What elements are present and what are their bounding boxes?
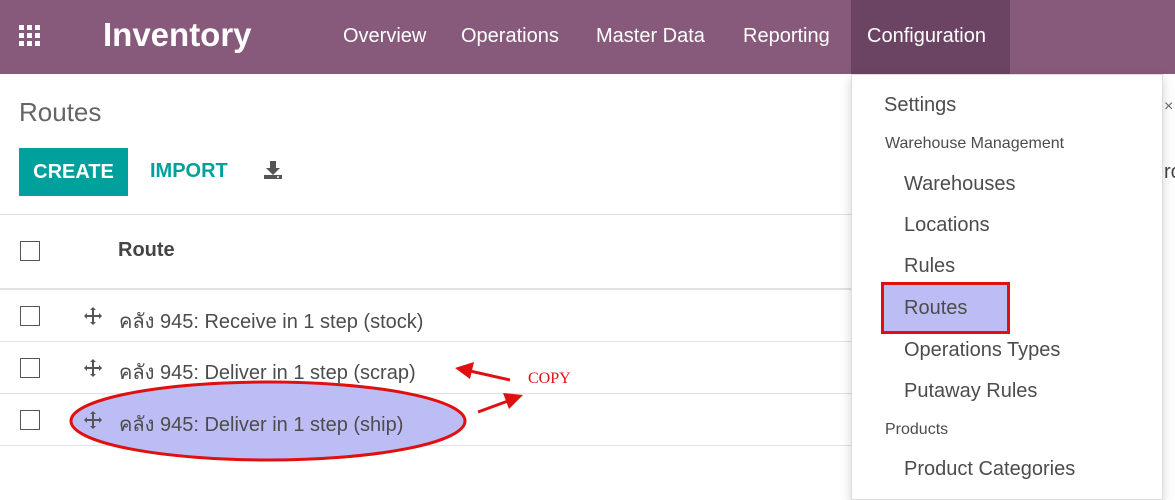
- row-checkbox[interactable]: [20, 306, 40, 326]
- app-title[interactable]: Inventory: [103, 16, 252, 54]
- import-button[interactable]: IMPORT: [150, 160, 228, 183]
- row-checkbox[interactable]: [20, 410, 40, 430]
- menu-operations[interactable]: Operations: [461, 25, 559, 48]
- dropdown-item-locations[interactable]: Locations: [904, 214, 990, 237]
- dropdown-header-products: Products: [885, 421, 949, 438]
- copy-annotation-label: COPY: [528, 370, 571, 387]
- route-name[interactable]: คลัง 945: Deliver in 1 step (ship): [119, 408, 403, 440]
- route-name[interactable]: คลัง 945: Receive in 1 step (stock): [119, 305, 423, 337]
- menu-reporting[interactable]: Reporting: [743, 25, 830, 48]
- apps-grid-icon[interactable]: [19, 25, 40, 46]
- drag-handle-icon[interactable]: [83, 358, 103, 378]
- dropdown-item-warehouses[interactable]: Warehouses: [904, 173, 1016, 196]
- menu-master-data[interactable]: Master Data: [596, 25, 705, 48]
- partial-text: ro: [1164, 161, 1175, 183]
- drag-handle-icon[interactable]: [83, 306, 103, 326]
- column-header-route[interactable]: Route: [118, 239, 175, 262]
- dropdown-header-warehouse: Warehouse Management: [885, 135, 1065, 152]
- dropdown-item-product-categories[interactable]: Product Categories: [904, 458, 1075, 481]
- dropdown-item-operations-types[interactable]: Operations Types: [904, 339, 1060, 362]
- row-checkbox[interactable]: [20, 358, 40, 378]
- dropdown-item-settings[interactable]: Settings: [884, 94, 956, 117]
- drag-handle-icon[interactable]: [83, 410, 103, 430]
- create-button[interactable]: CREATE: [19, 148, 128, 196]
- select-all-checkbox[interactable]: [20, 241, 40, 261]
- dropdown-item-putaway-rules[interactable]: Putaway Rules: [904, 380, 1037, 403]
- menu-configuration[interactable]: Configuration: [867, 25, 986, 48]
- download-icon[interactable]: [263, 160, 283, 180]
- menu-overview[interactable]: Overview: [343, 25, 426, 48]
- search-clear-icon[interactable]: ×: [1164, 98, 1173, 116]
- dropdown-item-rules[interactable]: Rules: [904, 255, 955, 278]
- route-name[interactable]: คลัง 945: Deliver in 1 step (scrap): [119, 356, 416, 388]
- breadcrumb: Routes: [19, 97, 102, 127]
- dropdown-item-routes[interactable]: Routes: [904, 297, 967, 320]
- top-navbar: Inventory Overview Operations Master Dat…: [0, 0, 1175, 74]
